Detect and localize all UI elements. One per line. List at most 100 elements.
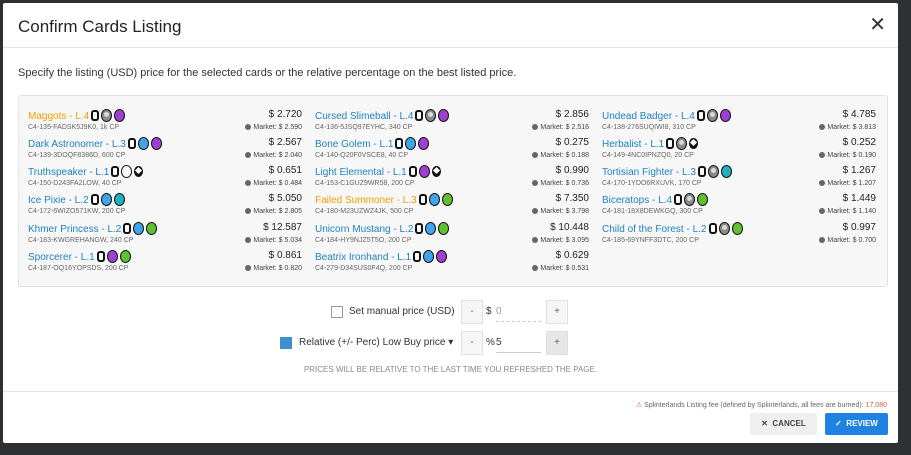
card-name-link[interactable]: Khmer Princess - L.2 [28,222,159,236]
blu-icon [423,250,435,263]
rar-icon [425,109,437,122]
card-name-link[interactable]: Unicorn Mustang - L.2 [315,222,451,236]
card-uid: C4-183-KWGREHANGW, 240 CP [28,237,134,244]
pur-icon [418,137,430,150]
close-icon: ✕ [761,419,768,428]
ed-icon [127,138,136,149]
card-price: $ 12.587 [263,222,302,233]
grn-icon [731,222,743,235]
manual-minus-button[interactable]: - [461,300,483,324]
card-name-link[interactable]: Dark Astronomer - L.3 [28,137,164,151]
pur-icon [114,109,126,122]
manual-plus-button[interactable]: + [546,300,568,324]
card-name-link[interactable]: Tortisian Fighter - L.3 [602,165,734,179]
info-icon [245,208,252,215]
card-market-price: Market: $ 5.034 [245,237,302,244]
pur-icon [418,165,430,178]
card-name: Undead Badger - L.4 [602,111,695,123]
chevron-down-icon: ▾ [448,337,454,348]
cancel-button[interactable]: ✕ CANCEL [750,413,817,435]
listing-fee-text: Splinterlands Listing fee (defined by Sp… [644,402,864,409]
card-item: Beatrix Ironhand - L.1 C4-279-D34SUS0F4Q,… [315,250,589,277]
card-icons [408,165,443,179]
ed-icon [395,138,404,149]
card-uid: C4-150-D243FA2LOW, 40 CP [28,180,122,187]
relative-plus-button[interactable]: + [546,331,568,355]
card-uid: C4-135-FADSK5J9K0, 1k CP [28,124,120,131]
card-name: Herbalist - L.1 [602,139,665,151]
footer-divider [3,391,898,392]
card-uid: C4-153-C1GUZ9WR58, 200 CP [315,180,415,187]
card-uid: C4-149-4NC0IPNZQ0, 20 CP [602,152,694,159]
relative-percent-input[interactable] [496,332,541,353]
info-icon [819,237,826,244]
card-market-text: Market: $ 0.820 [253,265,302,272]
dia-icon [689,138,699,149]
blu-icon [133,222,145,235]
info-icon [245,265,252,272]
review-button[interactable]: ✓ REVIEW [825,413,888,435]
ed-icon [666,138,675,149]
card-name-link[interactable]: Failed Summoner - L.3 [315,193,455,207]
card-price: $ 2.720 [268,109,302,120]
card-name: Khmer Princess - L.2 [28,224,122,236]
card-market-price: Market: $ 0.190 [819,152,876,159]
card-market-price: Market: $ 3.813 [819,124,876,131]
card-name-link[interactable]: Herbalist - L.1 [602,137,700,151]
card-icons [91,109,127,123]
card-uid: C4-138-276SUQIWI8, 310 CP [602,124,696,131]
card-name: Dark Astronomer - L.3 [28,139,126,151]
card-item: Unicorn Mustang - L.2 C4-184-HY9NJZ5T5O, … [315,222,589,249]
card-item: Maggots - L.4 C4-135-FADSK5J9K0, 1k CP $ 2… [28,109,302,136]
info-icon [245,152,252,159]
card-name: Bone Golem - L.1 [315,139,394,151]
card-name-link[interactable]: Cursed Slimeball - L.4 [315,109,451,123]
manual-price-input[interactable] [496,301,541,322]
pur-icon [106,250,118,263]
card-icons [666,137,700,151]
rar-icon [706,109,718,122]
relative-price-checkbox[interactable] [280,337,292,349]
info-icon [819,152,826,159]
card-name-link[interactable]: Child of the Forest - L.2 [602,222,745,236]
ed-icon [415,223,424,234]
card-market-price: Market: $ 1.207 [819,180,876,187]
info-icon [532,180,539,187]
card-market-price: Market: $ 2.040 [245,152,302,159]
relative-minus-button[interactable]: - [461,331,483,355]
card-price: $ 5.050 [268,193,302,204]
wht-icon [121,165,133,178]
card-market-text: Market: $ 0.190 [827,152,876,159]
card-item: Sporcerer - L.1 C4-187-OQ16YOPSDS, 200 CP… [28,250,302,277]
card-price: $ 2.856 [555,109,589,120]
card-name-link[interactable]: Sporcerer - L.1 [28,250,133,264]
ed-icon [408,166,417,177]
card-name-link[interactable]: Ice Pixie - L.2 [28,193,127,207]
relative-price-select[interactable]: Relative (+/- Perc) Low Buy price ▾ [299,337,453,348]
tea-icon [113,193,125,206]
card-item: Light Elemental - L.1 C4-153-C1GUZ9WR58, … [315,165,589,192]
card-item: Child of the Forest - L.2 C4-185-69YNFF3D… [602,222,876,249]
manual-price-checkbox[interactable] [331,306,343,318]
card-name: Cursed Slimeball - L.4 [315,111,414,123]
card-name-link[interactable]: Beatrix Ironhand - L.1 [315,250,449,264]
card-price: $ 0.275 [555,137,589,148]
card-name-link[interactable]: Light Elemental - L.1 [315,165,443,179]
card-icons [696,109,733,123]
card-name-link[interactable]: Maggots - L.4 [28,109,127,123]
card-price: $ 0.997 [842,222,876,233]
card-name-link[interactable]: Biceratops - L.4 [602,193,710,207]
card-name: Unicorn Mustang - L.2 [315,224,414,236]
card-item: Bone Golem - L.1 C4-140-Q20F0VSCE8, 40 CP… [315,137,589,164]
ed-icon [91,110,100,121]
card-name: Failed Summoner - L.3 [315,195,417,207]
info-icon [532,208,539,215]
card-price: $ 10.448 [550,222,589,233]
close-icon[interactable]: ✕ [869,15,886,35]
rar-icon [101,109,113,122]
card-name-link[interactable]: Bone Golem - L.1 [315,137,431,151]
ed-icon [413,251,422,262]
card-name-link[interactable]: Undead Badger - L.4 [602,109,733,123]
card-market-price: Market: $ 3.798 [532,208,589,215]
card-name-link[interactable]: Truthspeaker - L.1 [28,165,145,179]
